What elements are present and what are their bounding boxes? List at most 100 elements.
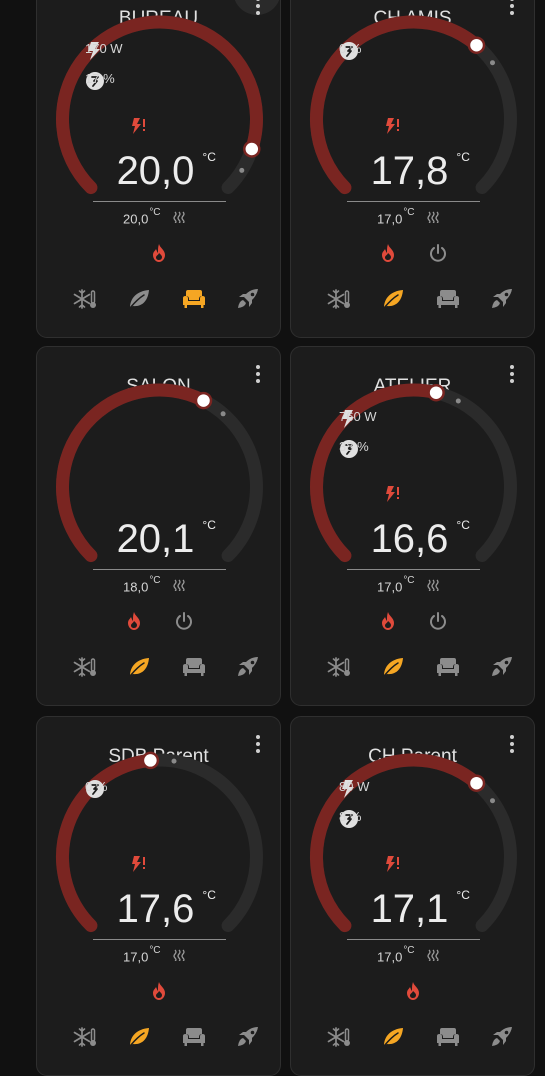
preset-eco-leaf-icon[interactable] — [381, 656, 405, 683]
divider — [93, 939, 226, 940]
preset-boost-rocket-icon[interactable] — [236, 288, 260, 315]
preset-eco-leaf-icon[interactable] — [127, 1026, 151, 1053]
current-temp-dot — [171, 758, 177, 764]
preset-frost-frost-icon[interactable] — [327, 656, 351, 683]
target-temp-value: 17,0 — [377, 579, 403, 595]
divider — [347, 939, 480, 940]
target-temp-value: 17,0 — [377, 211, 403, 227]
target-temp-value: 20,0 — [123, 211, 149, 227]
heating-percent-value: 38 % — [339, 439, 369, 454]
heat-demand-icon — [384, 485, 402, 508]
divider — [347, 569, 480, 570]
heat-mode-flame-icon[interactable] — [125, 611, 143, 636]
temperature-gauge[interactable] — [291, 0, 535, 279]
preset-frost-frost-icon[interactable] — [327, 288, 351, 315]
current-temp-value: 17,6 — [116, 887, 195, 931]
power-value: 170 W — [85, 41, 123, 56]
temperature-gauge[interactable] — [37, 717, 281, 1017]
preset-eco-leaf-icon[interactable] — [127, 288, 151, 315]
preset-boost-rocket-icon[interactable] — [236, 1026, 260, 1053]
setpoint-handle — [427, 383, 445, 402]
current-temp-value: 16,6 — [370, 517, 449, 561]
heating-percent-value: 0 % — [339, 41, 362, 56]
power-off-icon[interactable] — [428, 243, 448, 268]
preset-eco-leaf-icon[interactable] — [381, 288, 405, 315]
heat-waves-icon — [173, 579, 185, 594]
target-temp-unit: °C — [403, 945, 415, 956]
target-temp-unit: °C — [403, 575, 415, 586]
temp-unit: °C — [202, 150, 216, 164]
preset-comfort-sofa-icon[interactable] — [182, 656, 206, 683]
preset-boost-rocket-icon[interactable] — [236, 656, 260, 683]
temp-unit: °C — [202, 518, 216, 532]
current-temp-value: 20,1 — [116, 517, 195, 561]
divider — [93, 201, 226, 202]
preset-comfort-sofa-icon[interactable] — [182, 1026, 206, 1053]
heat-demand-icon — [130, 855, 148, 878]
target-temp-unit: °C — [149, 575, 161, 586]
current-temp-dot — [220, 411, 226, 417]
target-temperature: 18,0°C — [123, 575, 185, 595]
target-temperature: 17,0°C — [377, 945, 439, 964]
heat-mode-flame-icon[interactable] — [150, 981, 168, 1006]
target-temperature: 17,0°C — [377, 207, 439, 227]
target-temp-unit: °C — [403, 207, 415, 218]
temp-unit: °C — [456, 518, 470, 532]
heat-demand-icon — [384, 855, 402, 878]
preset-eco-leaf-icon[interactable] — [127, 656, 151, 683]
preset-frost-frost-icon[interactable] — [327, 1026, 351, 1053]
preset-frost-frost-icon[interactable] — [73, 288, 97, 315]
current-temp-value: 17,8 — [370, 149, 449, 193]
heat-mode-flame-icon[interactable] — [379, 611, 397, 636]
temp-unit: °C — [202, 888, 216, 902]
power-off-icon[interactable] — [174, 611, 194, 636]
temperature-gauge[interactable] — [291, 347, 535, 647]
current-temp-dot — [455, 398, 461, 404]
preset-boost-rocket-icon[interactable] — [490, 288, 514, 315]
heat-waves-icon — [173, 949, 185, 964]
current-temp-dot — [490, 60, 495, 66]
current-temp-value: 20,0 — [116, 149, 195, 193]
thermostat-card-ch-parent: CH Parent 80 W8 % 17,1 °C 17,0°C — [290, 716, 535, 1076]
heat-waves-icon — [427, 949, 439, 964]
preset-comfort-sofa-icon[interactable] — [182, 288, 206, 315]
heat-mode-flame-icon[interactable] — [150, 243, 168, 268]
power-value: 80 W — [339, 779, 370, 794]
setpoint-handle — [467, 774, 486, 792]
thermostat-card-sdb-parent: SDB Parent 0 % 17,6 °C 17,0°C — [36, 716, 281, 1076]
thermostat-card-ch-amis: CH AMIS 0 % 17,8 °C 17,0°C — [290, 0, 535, 338]
current-temperature: 17,1 °C — [291, 887, 534, 931]
setpoint-handle — [467, 36, 486, 54]
preset-comfort-sofa-icon[interactable] — [436, 656, 460, 683]
temperature-gauge[interactable] — [37, 0, 281, 279]
current-temp-dot — [490, 798, 495, 804]
heat-mode-flame-icon[interactable] — [404, 981, 422, 1006]
heating-percent-value: 8 % — [339, 809, 362, 824]
preset-comfort-sofa-icon[interactable] — [436, 288, 460, 315]
target-temperature: 17,0°C — [377, 575, 439, 595]
heating-percent-value: 0 % — [85, 779, 108, 794]
current-temperature: 17,6 °C — [37, 887, 280, 931]
heat-demand-icon — [384, 117, 402, 140]
temperature-gauge[interactable] — [291, 717, 535, 1017]
preset-boost-rocket-icon[interactable] — [490, 1026, 514, 1053]
heat-mode-flame-icon[interactable] — [379, 243, 397, 268]
temperature-gauge[interactable] — [37, 347, 281, 647]
target-temp-value: 18,0 — [123, 579, 149, 595]
preset-boost-rocket-icon[interactable] — [490, 656, 514, 683]
temp-unit: °C — [456, 888, 470, 902]
heating-percent-value: 17 % — [85, 71, 115, 86]
target-temp-value: 17,0 — [123, 949, 149, 965]
current-temp-value: 17,1 — [370, 887, 449, 931]
preset-comfort-sofa-icon[interactable] — [436, 1026, 460, 1053]
preset-frost-frost-icon[interactable] — [73, 1026, 97, 1053]
power-off-icon[interactable] — [428, 611, 448, 636]
target-temp-unit: °C — [149, 945, 161, 956]
current-temperature: 20,0 °C — [37, 149, 280, 193]
preset-frost-frost-icon[interactable] — [73, 656, 97, 683]
heat-waves-icon — [427, 211, 439, 226]
preset-eco-leaf-icon[interactable] — [381, 1026, 405, 1053]
current-temperature: 20,1 °C — [37, 517, 280, 561]
divider — [93, 569, 226, 570]
power-value: 760 W — [339, 409, 377, 424]
